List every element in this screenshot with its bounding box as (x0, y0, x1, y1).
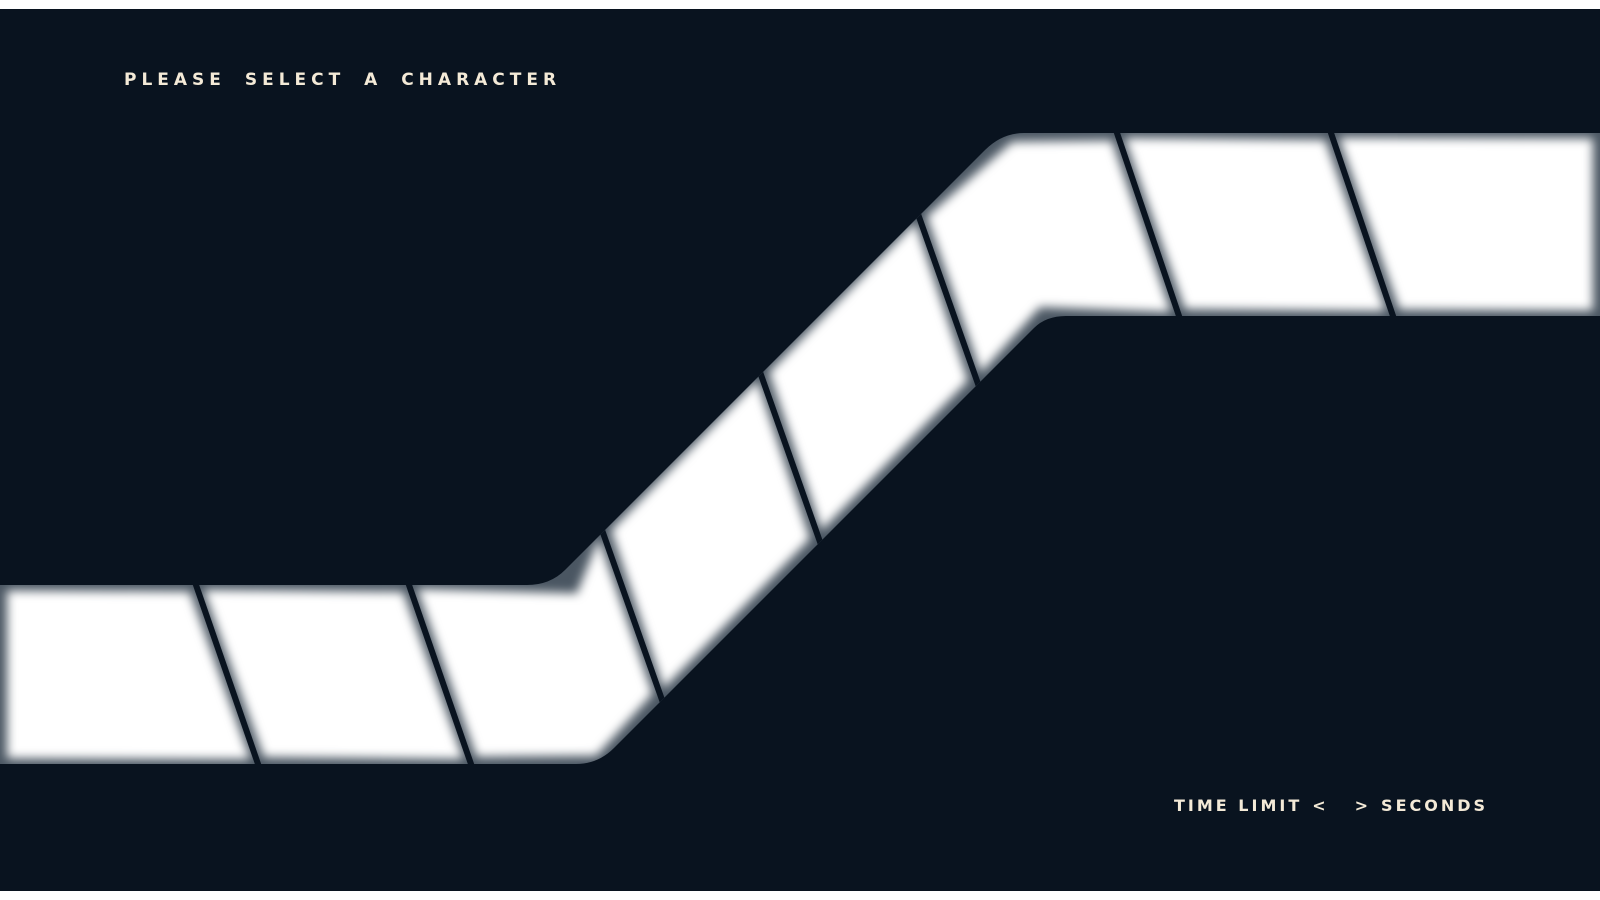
character-roster (0, 133, 1600, 764)
time-limit-decrease-button[interactable]: < (1310, 796, 1330, 815)
time-limit-increase-button[interactable]: > (1353, 796, 1373, 815)
time-limit-unit: SECONDS (1381, 796, 1489, 815)
time-limit-label: TIME LIMIT (1174, 796, 1303, 815)
time-limit-selector: TIME LIMIT < > SECONDS (1174, 796, 1488, 815)
character-select-screen: PLEASE SELECT A CHARACTER TIME LIMIT < >… (0, 9, 1600, 891)
